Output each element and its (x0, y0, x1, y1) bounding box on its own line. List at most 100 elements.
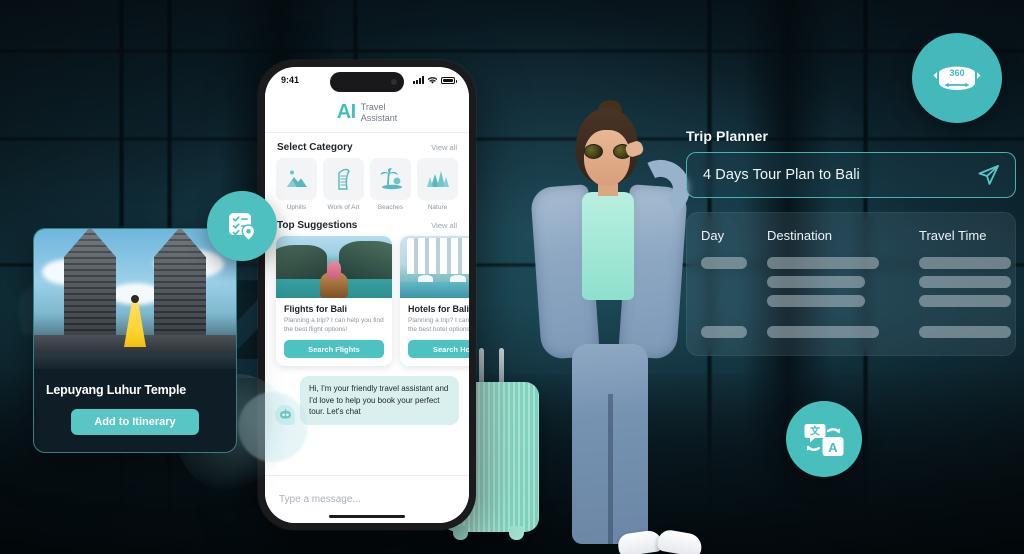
category-item-uphills[interactable]: Uphills (276, 158, 317, 211)
temple-card-body: Lepuyang Luhur Temple Add to Itinerary (34, 369, 236, 435)
status-bar: 9:41 (265, 67, 469, 93)
suitcase-wheel (453, 526, 468, 540)
suggestions-view-all-link[interactable]: View all (431, 221, 457, 230)
category-label: Beaches (377, 204, 404, 211)
table-row[interactable] (701, 276, 1011, 288)
skeleton-destination (767, 295, 865, 307)
category-icon-box (276, 158, 317, 200)
trip-planner-input[interactable]: 4 Days Tour Plan to Bali (686, 152, 1016, 198)
phone-mockup: 9:41 AI Travel Assistant Select Category… (258, 60, 476, 530)
skeleton-day (701, 276, 747, 288)
mountain-icon (286, 170, 307, 187)
suggestion-card-image (276, 236, 392, 298)
reflection-water (34, 353, 236, 369)
category-label: Work of Art (327, 204, 360, 211)
trip-planner-table: Day Destination Travel Time (686, 212, 1016, 356)
skeleton-day (701, 295, 747, 307)
message-input-placeholder[interactable]: Type a message... (279, 494, 361, 505)
top-suggestions-header: Top Suggestions View all (265, 211, 469, 236)
palm-tree-icon (379, 168, 402, 190)
select-category-header: Select Category View all (265, 133, 469, 158)
suitcase-handle-bar (479, 348, 484, 386)
suggestion-card-hotels[interactable]: Hotels for Bali Planning a trip? I can h… (400, 236, 469, 366)
category-item-work-of-art[interactable]: Work of Art (323, 158, 364, 211)
skeleton-travel-time (919, 326, 1011, 338)
skeleton-travel-time (919, 295, 1011, 307)
category-item-beaches[interactable]: Beaches (370, 158, 411, 211)
suitcase-wheel (509, 526, 524, 540)
front-camera-icon (391, 79, 397, 85)
search-flights-button[interactable]: Search Flights (284, 340, 384, 358)
category-label: Nature (427, 204, 448, 211)
search-hotels-button[interactable]: Search Hotels (408, 340, 469, 358)
bot-message-bubble: Hi, I'm your friendly travel assistant a… (300, 376, 459, 425)
landmark-building-icon (337, 168, 350, 190)
language-translate-icon: 文 A (804, 424, 844, 456)
skeleton-travel-time (919, 276, 1011, 288)
column-header-travel-time: Travel Time (919, 228, 987, 243)
view-360-fab[interactable]: 360 (912, 33, 1002, 123)
category-icon-box (417, 158, 458, 200)
temple-photo (34, 229, 236, 369)
screenshot-root: ZZ 9:41 (0, 0, 1024, 554)
skeleton-destination (767, 276, 865, 288)
category-view-all-link[interactable]: View all (431, 143, 457, 152)
svg-text:A: A (828, 440, 838, 455)
temple-visitor-head (131, 295, 139, 303)
column-header-destination: Destination (767, 228, 833, 243)
dynamic-island (330, 72, 404, 92)
add-to-itinerary-button[interactable]: Add to Itinerary (71, 409, 199, 435)
column-header-day: Day (701, 228, 725, 243)
trip-planner-table-rows (701, 257, 1011, 338)
skeleton-day (701, 326, 747, 338)
translate-fab[interactable]: 文 A (786, 401, 862, 477)
sneaker-left (616, 529, 664, 554)
status-bar-time: 9:41 (281, 75, 300, 85)
skeleton-travel-time (919, 257, 1011, 269)
decorative-blob (238, 392, 308, 462)
trip-planner-title: Trip Planner (686, 128, 769, 144)
sneaker-right (656, 528, 704, 554)
category-icon-box (370, 158, 411, 200)
wifi-icon (427, 76, 438, 84)
category-label: Uphills (286, 204, 307, 211)
svg-text:360: 360 (949, 68, 964, 78)
app-header: AI Travel Assistant (265, 93, 469, 133)
trip-planner-panel: Trip Planner 4 Days Tour Plan to Bali Da… (686, 128, 1016, 356)
send-paper-plane-icon[interactable] (977, 163, 1001, 187)
suggestion-card-description: Planning a trip? I can help you find the… (284, 317, 384, 333)
category-item-nature[interactable]: Nature (417, 158, 458, 211)
battery-icon (441, 76, 457, 84)
suggestion-card-title: Flights for Bali (284, 304, 347, 314)
table-row[interactable] (701, 257, 1011, 269)
cellular-bars-icon (413, 76, 424, 84)
window-mullion-horizontal (0, 48, 1024, 54)
checklist-location-icon (229, 213, 256, 242)
skeleton-destination (767, 257, 879, 269)
app-logo-mark: AI (336, 101, 357, 123)
top-suggestions-title: Top Suggestions (277, 220, 358, 231)
temple-card-title: Lepuyang Luhur Temple (46, 383, 187, 397)
suggestion-card-description: Planning a trip? I can help you find the… (408, 317, 469, 333)
skeleton-destination (767, 326, 879, 338)
app-logo-line1: Travel (360, 101, 386, 112)
home-indicator (329, 514, 405, 518)
tank-top (582, 192, 634, 300)
suggestion-card-flights[interactable]: Flights for Bali Planning a trip? I can … (276, 236, 392, 366)
temple-gate-right (154, 229, 206, 343)
temple-visitor-dress (124, 299, 146, 347)
destination-card-temple[interactable]: Lepuyang Luhur Temple Add to Itinerary (33, 228, 237, 453)
table-row[interactable] (701, 326, 1011, 338)
app-logo-text: Travel Assistant (361, 102, 398, 124)
temple-gate-left (64, 229, 116, 343)
hotel-pool-illustration (400, 236, 469, 298)
table-row[interactable] (701, 295, 1011, 307)
panorama-360-icon: 360 (933, 66, 981, 90)
trip-planner-table-header: Day Destination Travel Time (701, 227, 1001, 245)
select-category-title: Select Category (277, 142, 353, 153)
forest-trees-icon (426, 171, 449, 187)
category-list: Uphills Work of Art Beaches Nature (265, 158, 469, 211)
trip-planner-input-value[interactable]: 4 Days Tour Plan to Bali (703, 167, 860, 183)
itinerary-checklist-fab[interactable] (207, 191, 277, 261)
traveler-model-photo (520, 100, 710, 554)
